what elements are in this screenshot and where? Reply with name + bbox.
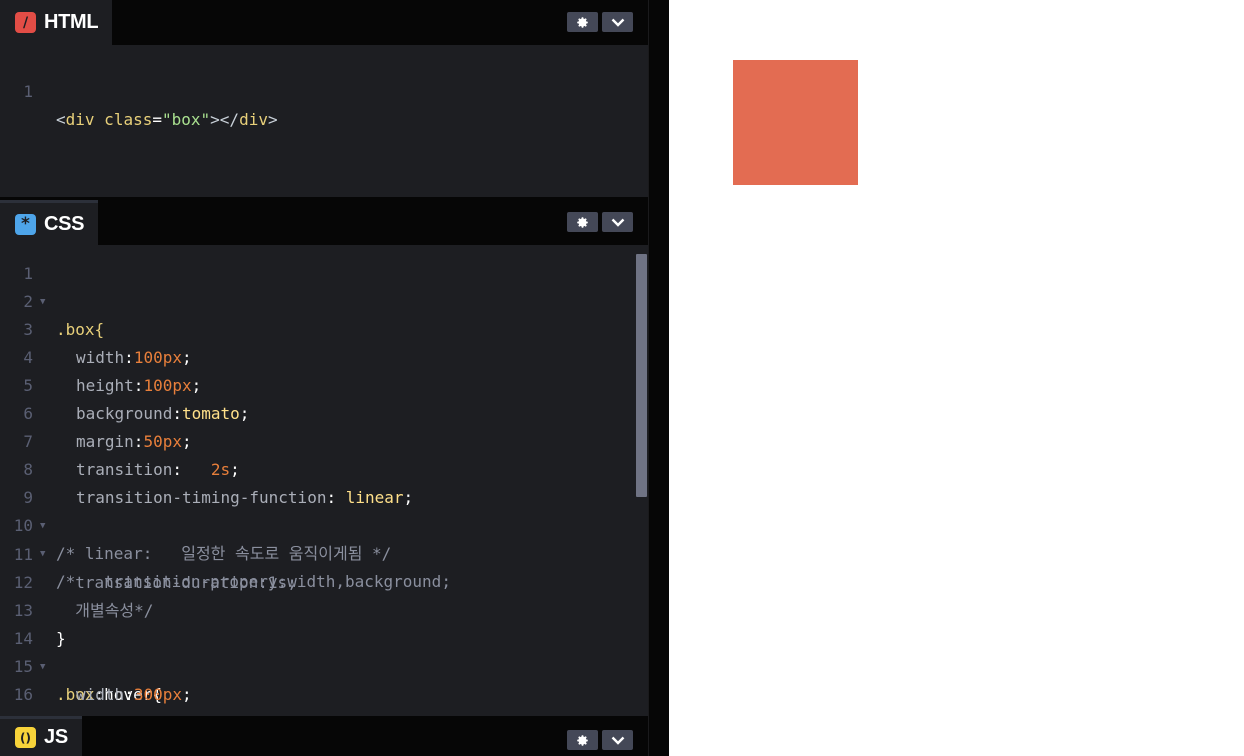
html-code-editor[interactable]: 1 <div class="box"></div> <box>0 45 648 197</box>
code-line: 11 transition-duration:1s; <box>0 513 630 592</box>
chevron-down-icon <box>611 18 624 27</box>
js-parentheses-icon: () <box>15 727 36 748</box>
js-settings-button[interactable] <box>567 730 598 750</box>
code-line: 13 } <box>0 569 630 648</box>
css-panel-header: * CSS <box>0 200 648 245</box>
html-collapse-button[interactable] <box>602 12 633 32</box>
html-panel: / HTML 1 <div class="box"></div> <box>0 0 648 197</box>
css-panel: * CSS 1 ▼ .box{ 2 3 width:100px; 4 heigh… <box>0 200 648 716</box>
css-tab[interactable]: * CSS <box>0 200 99 245</box>
js-tab-title: JS <box>44 726 68 748</box>
code-line: 16 background:dodgerblue; <box>0 653 630 716</box>
code-line: 4 height:100px; <box>0 316 630 395</box>
code-text: background:dodgerblue; <box>76 709 288 716</box>
editors-column: / HTML 1 <div class="box"></div> * CSS 1… <box>0 0 648 756</box>
html-tab-title: HTML <box>44 11 99 33</box>
html-slash-icon: / <box>15 12 36 33</box>
code-line: 14 ▼ .box:hover{ <box>0 597 630 704</box>
js-collapse-button[interactable] <box>602 730 633 750</box>
js-tab[interactable]: () JS <box>0 716 82 756</box>
code-line: 12 개별속성*/ <box>0 541 630 620</box>
html-panel-header: / HTML <box>0 0 648 45</box>
js-panel-header: () JS <box>0 716 648 756</box>
preview-box[interactable] <box>733 60 858 185</box>
code-line: 17 } <box>0 681 630 716</box>
code-line: 7 transition: 2s; <box>0 400 630 479</box>
css-tab-title: CSS <box>44 212 85 235</box>
code-line: 1 <div class="box"></div> <box>0 50 630 129</box>
code-line: 10 ▼ /* transition-propery:width,backgro… <box>0 484 630 591</box>
code-line: 1 ▼ .box{ <box>0 245 630 339</box>
css-collapse-button[interactable] <box>602 212 633 232</box>
code-line: 8 transition-timing-function: linear; <box>0 428 630 507</box>
code-line: 15 width:300px; <box>0 625 630 704</box>
editor-preview-resizer[interactable] <box>648 0 669 756</box>
code-text: <div class="box"></div> <box>56 110 278 129</box>
gear-icon <box>577 734 588 746</box>
js-panel: () JS <box>0 716 648 756</box>
chevron-down-icon <box>611 218 624 227</box>
css-editor-scrollbar[interactable] <box>636 254 647 497</box>
code-line: 3 width:100px; <box>0 288 630 367</box>
code-line: 9 ▼ /* linear: 일정한 속도로 움직이게됨 */ <box>0 456 630 563</box>
html-settings-button[interactable] <box>567 12 598 32</box>
result-preview <box>669 0 1244 756</box>
line-number: 17 <box>0 709 33 716</box>
gear-icon <box>577 216 588 228</box>
code-line: 2 <box>0 260 630 311</box>
code-line: 6 margin:50px; <box>0 372 630 451</box>
gear-icon <box>577 16 588 28</box>
code-line: 5 background:tomato; <box>0 344 630 423</box>
chevron-down-icon <box>611 736 624 745</box>
css-settings-button[interactable] <box>567 212 598 232</box>
css-asterisk-icon: * <box>15 213 36 235</box>
css-code-editor[interactable]: 1 ▼ .box{ 2 3 width:100px; 4 height:100p… <box>0 245 648 716</box>
line-number: 1 <box>23 82 33 101</box>
html-tab[interactable]: / HTML <box>0 0 113 45</box>
